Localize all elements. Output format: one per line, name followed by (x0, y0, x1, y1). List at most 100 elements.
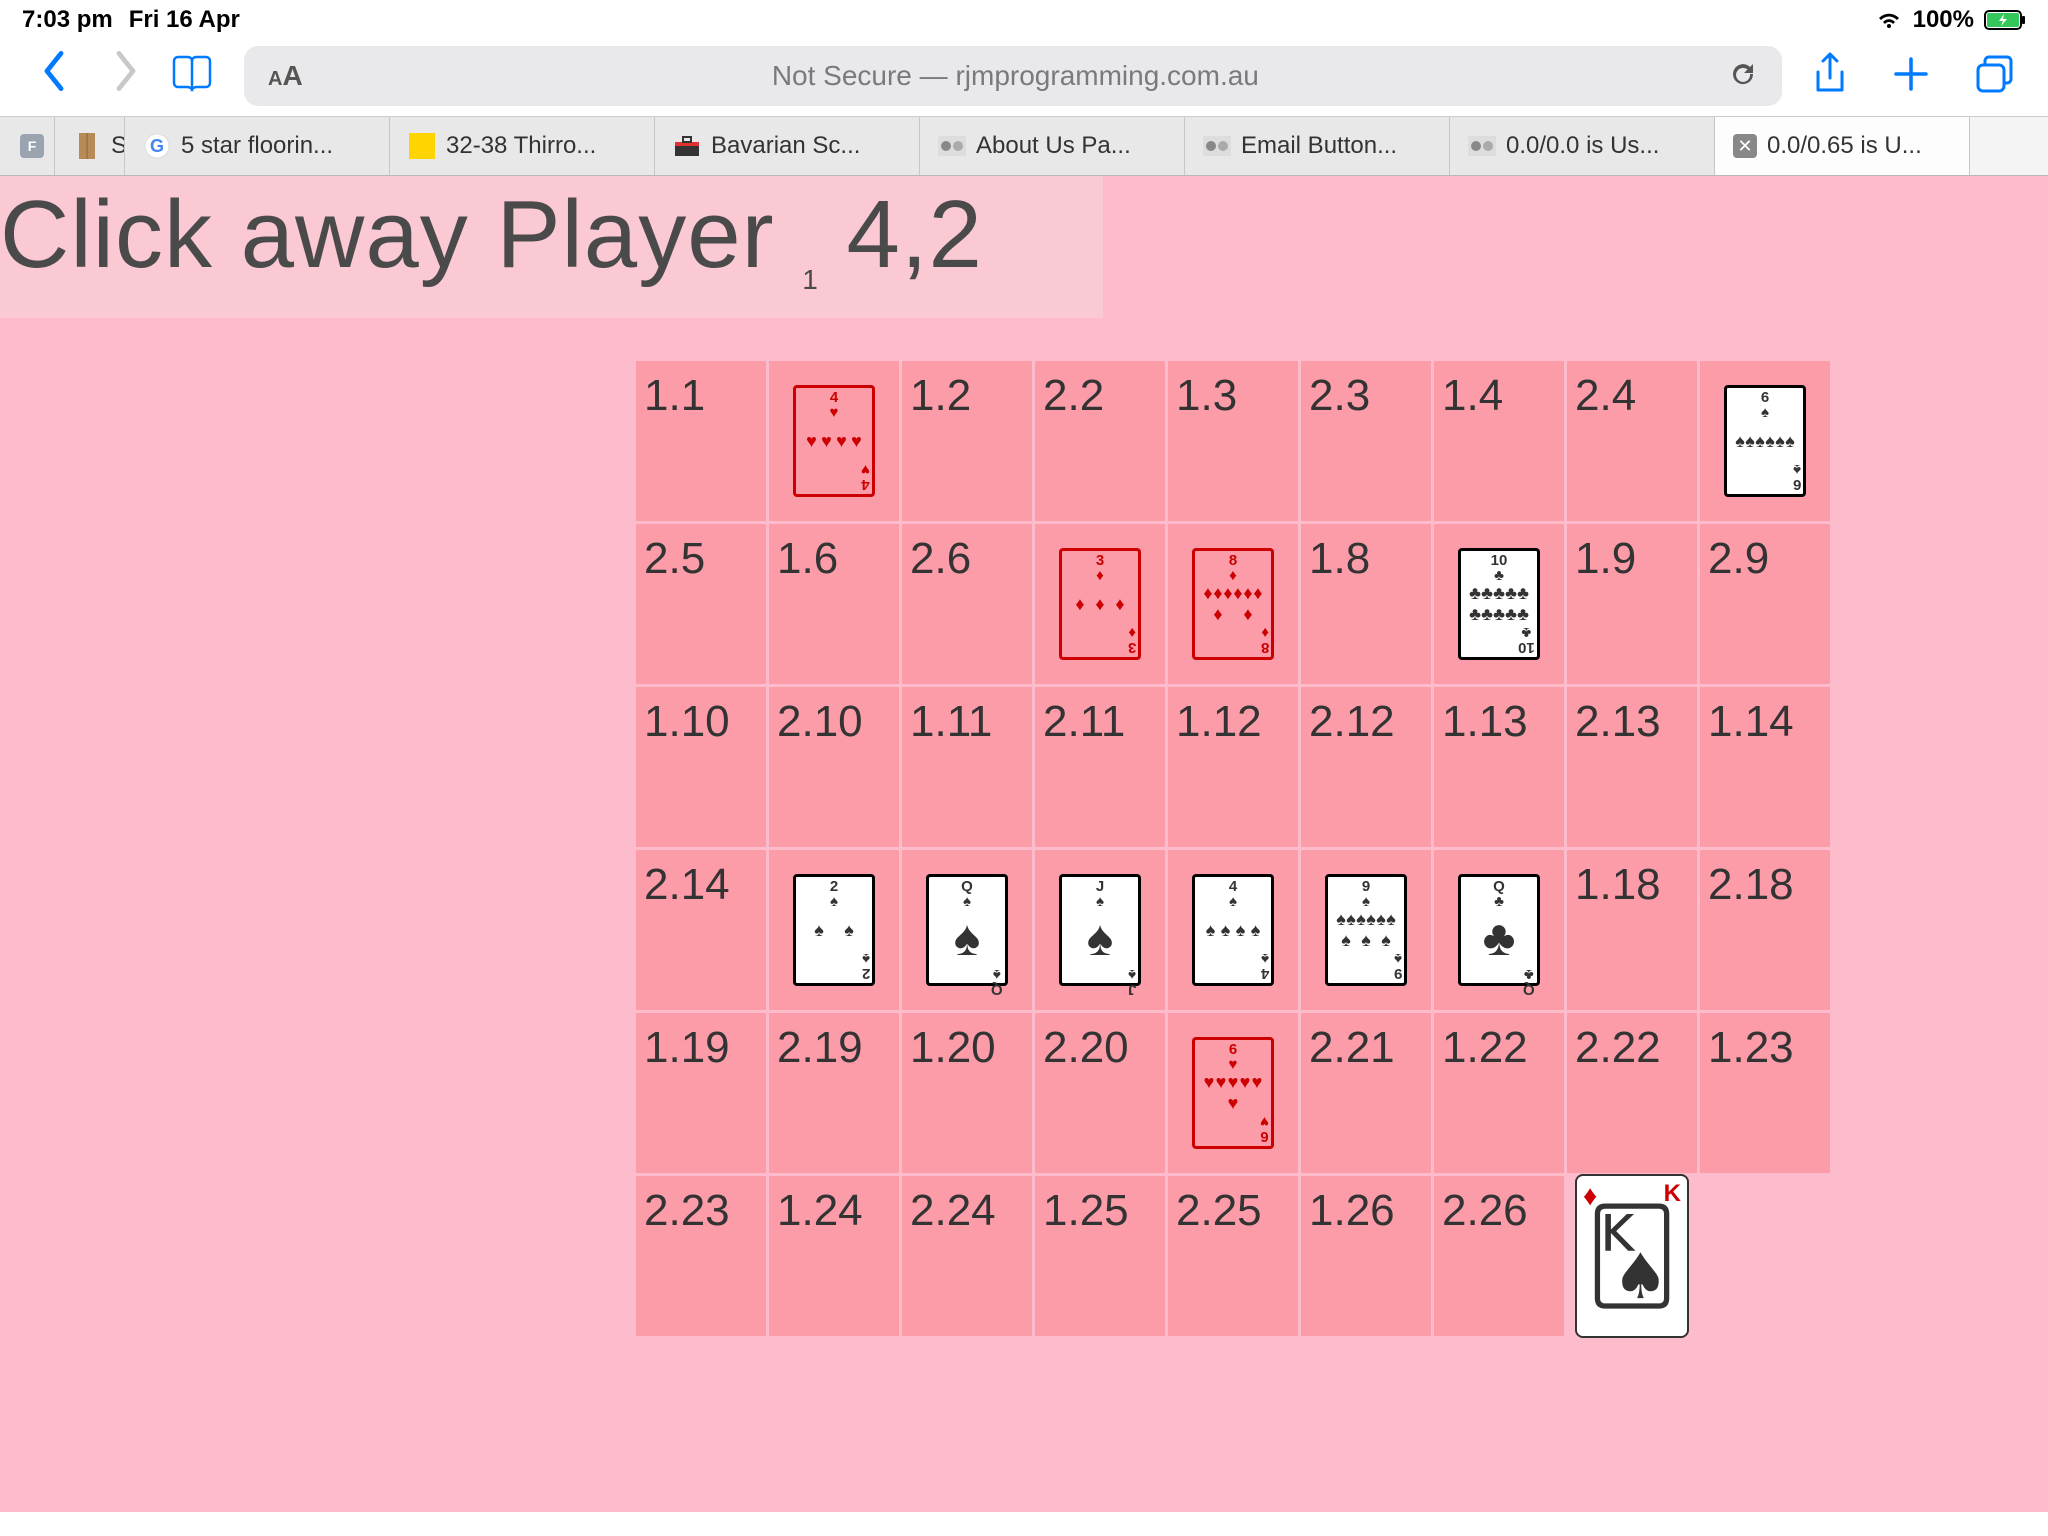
grid-cell-0-0[interactable]: 1.1 (636, 361, 766, 521)
card-3♦[interactable]: 3♦♦♦♦3♦ (1035, 524, 1165, 684)
tab-1[interactable]: Syd (55, 117, 125, 175)
card-Q♣[interactable]: Q♣♣Q♣ (1434, 850, 1564, 1010)
card-J♠[interactable]: J♠♠J♠ (1035, 850, 1165, 1010)
game-area: Click away Player 1 4,2 1.14♥♥♥♥♥4♥1.22.… (0, 176, 2048, 1512)
grid-cell-0-4[interactable]: 1.3 (1168, 361, 1298, 521)
playing-card[interactable]: 3♦♦♦♦3♦ (1059, 548, 1141, 660)
grid-cell-4-7[interactable]: 2.22 (1567, 1013, 1697, 1173)
close-tab-icon[interactable]: ✕ (1733, 134, 1757, 158)
playing-card[interactable]: 2♠♠♠2♠ (793, 874, 875, 986)
share-icon[interactable] (1812, 52, 1848, 101)
text-size-button[interactable]: AA (268, 60, 303, 92)
playing-card[interactable]: 10♣♣♣♣♣♣♣♣♣♣♣10♣ (1458, 548, 1540, 660)
back-button[interactable] (40, 51, 68, 102)
card-4♠[interactable]: 4♠♠♠♠♠4♠ (1168, 850, 1298, 1010)
grid-cell-5-3[interactable]: 1.25 (1035, 1176, 1165, 1336)
card-8♦[interactable]: 8♦♦♦♦♦♦♦♦♦8♦ (1168, 524, 1298, 684)
grid-cell-1-2[interactable]: 2.6 (902, 524, 1032, 684)
grid-cell-2-1[interactable]: 2.10 (769, 687, 899, 847)
tab-favicon: F (18, 132, 46, 160)
grid-cell-4-3[interactable]: 2.20 (1035, 1013, 1165, 1173)
tab-favicon (73, 132, 101, 160)
grid-cell-5-2[interactable]: 2.24 (902, 1176, 1032, 1336)
card-6♥[interactable]: 6♥♥♥♥♥♥♥6♥ (1168, 1013, 1298, 1173)
playing-card[interactable]: 8♦♦♦♦♦♦♦♦♦8♦ (1192, 548, 1274, 660)
playing-card[interactable]: 4♠♠♠♠♠4♠ (1192, 874, 1274, 986)
card-9♠[interactable]: 9♠♠♠♠♠♠♠♠♠♠9♠ (1301, 850, 1431, 1010)
playing-card[interactable]: Q♠♠Q♠ (926, 874, 1008, 986)
tab-4[interactable]: Bavarian Sc... (655, 117, 920, 175)
grid-cell-4-0[interactable]: 1.19 (636, 1013, 766, 1173)
playing-card[interactable]: Q♣♣Q♣ (1458, 874, 1540, 986)
grid-cell-4-2[interactable]: 1.20 (902, 1013, 1032, 1173)
grid-cell-2-3[interactable]: 2.11 (1035, 687, 1165, 847)
grid-cell-5-0[interactable]: 2.23 (636, 1176, 766, 1336)
playing-card[interactable]: J♠♠J♠ (1059, 874, 1141, 986)
tab-6[interactable]: Email Button... (1185, 117, 1450, 175)
battery-percent: 100% (1913, 6, 1974, 34)
reload-icon[interactable] (1728, 57, 1758, 96)
browser-toolbar: AA Not Secure — rjmprogramming.com.au (0, 40, 2048, 116)
grid-cell-0-3[interactable]: 2.2 (1035, 361, 1165, 521)
grid-cell-2-5[interactable]: 2.12 (1301, 687, 1431, 847)
tabs-icon[interactable] (1974, 54, 2014, 99)
grid-cell-2-7[interactable]: 2.13 (1567, 687, 1697, 847)
grid-cell-4-6[interactable]: 1.22 (1434, 1013, 1564, 1173)
grid-cell-3-8[interactable]: 2.18 (1700, 850, 1830, 1010)
tab-5[interactable]: About Us Pa... (920, 117, 1185, 175)
grid-cell-0-5[interactable]: 2.3 (1301, 361, 1431, 521)
nav-arrows (20, 51, 140, 102)
bookmarks-icon[interactable] (170, 55, 214, 98)
grid-cell-4-8[interactable]: 1.23 (1700, 1013, 1830, 1173)
card-4♥[interactable]: 4♥♥♥♥♥4♥ (769, 361, 899, 521)
playing-card[interactable]: 6♥♥♥♥♥♥♥6♥ (1192, 1037, 1274, 1149)
grid-cell-5-6[interactable]: 2.26 (1434, 1176, 1564, 1336)
grid-cell-1-5[interactable]: 1.8 (1301, 524, 1431, 684)
grid-cell-2-2[interactable]: 1.11 (902, 687, 1032, 847)
game-grid: 1.1 4♥♥♥♥♥4♥ 1.22.21.32.31.42.4 6♠♠♠♠♠♠♠6♠ 2… (636, 361, 1830, 1336)
tab-8[interactable]: ✕ 0.0/0.65 is U... (1715, 117, 1970, 175)
grid-cell-1-1[interactable]: 1.6 (769, 524, 899, 684)
tab-label: 0.0/0.65 is U... (1767, 132, 1922, 160)
grid-cell-4-5[interactable]: 2.21 (1301, 1013, 1431, 1173)
king-of-diamonds[interactable]: ♦K🂮 (1575, 1174, 1689, 1338)
grid-cell-0-6[interactable]: 1.4 (1434, 361, 1564, 521)
tab-3[interactable]: 32-38 Thirro... (390, 117, 655, 175)
grid-cell-4-1[interactable]: 2.19 (769, 1013, 899, 1173)
grid-cell-5-5[interactable]: 1.26 (1301, 1176, 1431, 1336)
toolbar-actions (1812, 52, 2028, 101)
address-bar[interactable]: AA Not Secure — rjmprogramming.com.au (244, 46, 1782, 106)
grid-cell-5-1[interactable]: 1.24 (769, 1176, 899, 1336)
king-card[interactable]: ♦K🂮 (1567, 1176, 1697, 1336)
grid-cell-1-8[interactable]: 2.9 (1700, 524, 1830, 684)
card-6♠[interactable]: 6♠♠♠♠♠♠♠6♠ (1700, 361, 1830, 521)
grid-cell-0-7[interactable]: 2.4 (1567, 361, 1697, 521)
card-2♠[interactable]: 2♠♠♠2♠ (769, 850, 899, 1010)
tab-label: About Us Pa... (976, 132, 1131, 160)
tab-label: Syd (111, 132, 125, 160)
playing-card[interactable]: 4♥♥♥♥♥4♥ (793, 385, 875, 497)
playing-card[interactable]: 9♠♠♠♠♠♠♠♠♠♠9♠ (1325, 874, 1407, 986)
grid-cell-2-6[interactable]: 1.13 (1434, 687, 1564, 847)
new-tab-icon[interactable] (1892, 55, 1930, 98)
card-10♣[interactable]: 10♣♣♣♣♣♣♣♣♣♣♣10♣ (1434, 524, 1564, 684)
grid-cell-1-0[interactable]: 2.5 (636, 524, 766, 684)
svg-text:G: G (150, 136, 164, 156)
tab-7[interactable]: 0.0/0.0 is Us... (1450, 117, 1715, 175)
forward-button[interactable] (112, 51, 140, 102)
svg-text:F: F (28, 138, 37, 154)
tab-0[interactable]: F (0, 117, 55, 175)
grid-cell-1-7[interactable]: 1.9 (1567, 524, 1697, 684)
tab-favicon (673, 132, 701, 160)
grid-cell-3-7[interactable]: 1.18 (1567, 850, 1697, 1010)
playing-card[interactable]: 6♠♠♠♠♠♠♠6♠ (1724, 385, 1806, 497)
grid-cell-2-8[interactable]: 1.14 (1700, 687, 1830, 847)
grid-cell-2-0[interactable]: 1.10 (636, 687, 766, 847)
grid-cell-0-2[interactable]: 1.2 (902, 361, 1032, 521)
tab-label: Email Button... (1241, 132, 1397, 160)
grid-cell-3-0[interactable]: 2.14 (636, 850, 766, 1010)
grid-cell-5-4[interactable]: 2.25 (1168, 1176, 1298, 1336)
tab-2[interactable]: G5 star floorin... (125, 117, 390, 175)
card-Q♠[interactable]: Q♠♠Q♠ (902, 850, 1032, 1010)
grid-cell-2-4[interactable]: 1.12 (1168, 687, 1298, 847)
